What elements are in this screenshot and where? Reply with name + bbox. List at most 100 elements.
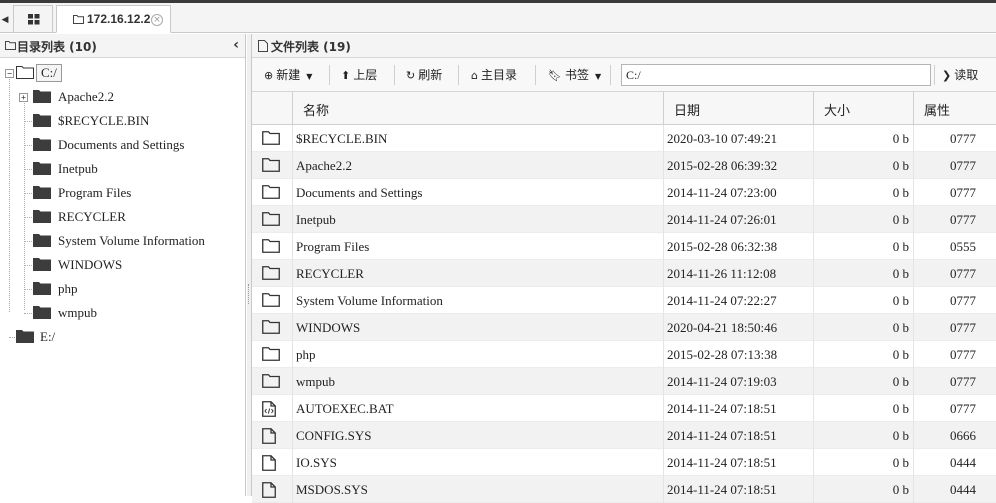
cell-attr: 0777 [950, 320, 976, 335]
tree-node-label: C:/ [36, 64, 62, 82]
table-row[interactable]: MSDOS.SYS 2014-11-24 07:18:51 0 b 0444 [252, 476, 996, 503]
table-row[interactable]: IO.SYS 2014-11-24 07:18:51 0 b 0444 [252, 449, 996, 476]
tree-node-label: Inetpub [58, 161, 98, 176]
tree-node-folder[interactable]: RECYCLER [0, 206, 245, 228]
tab-host[interactable]: 172.16.12.2 × [56, 5, 171, 33]
cell-name[interactable]: System Volume Information [296, 293, 443, 309]
cell-date: 2015-02-28 06:32:38 [667, 239, 778, 254]
cell-name[interactable]: Apache2.2 [296, 158, 352, 174]
cell-date: 2014-11-24 07:18:51 [667, 455, 777, 470]
home-directory-button[interactable]: ⌂ 主目录 [471, 66, 517, 84]
bookmark-button[interactable]: 🔖︎ 书签 ▼ [548, 66, 601, 84]
chevron-down-icon: ▼ [594, 72, 602, 81]
tab-home-grid[interactable] [13, 5, 53, 32]
table-row[interactable]: WINDOWS 2020-04-21 18:50:46 0 b 0777 [252, 314, 996, 341]
cell-size: 0 b [892, 428, 909, 443]
cell-divider [292, 422, 293, 449]
cell-name[interactable]: wmpub [296, 374, 335, 390]
cell-divider [292, 314, 293, 341]
cell-name[interactable]: AUTOEXEC.BAT [296, 401, 394, 417]
cell-name[interactable]: php [296, 347, 316, 363]
collapse-toggle[interactable]: − [5, 69, 14, 78]
expand-toggle[interactable]: + [19, 93, 28, 102]
table-row[interactable]: php 2015-02-28 07:13:38 0 b 0777 [252, 341, 996, 368]
cell-divider [292, 179, 293, 206]
row-type-icon [262, 131, 280, 149]
directory-panel: 目录列表 (10) ‹ − C:/ + Apache2.2 $RECYCLE.BIN… [0, 34, 246, 496]
cell-name[interactable]: $RECYCLE.BIN [296, 131, 387, 147]
tree-node-folder[interactable]: php [0, 278, 245, 300]
cell-attr: 0777 [950, 374, 976, 389]
cell-size: 0 b [892, 266, 909, 281]
path-input[interactable]: C:/ [621, 64, 931, 86]
folder-icon [33, 162, 51, 175]
table-row[interactable]: Documents and Settings 2014-11-24 07:23:0… [252, 179, 996, 206]
table-row[interactable]: Apache2.2 2015-02-28 06:39:32 0 b 0777 [252, 152, 996, 179]
table-row[interactable]: Inetpub 2014-11-24 07:26:01 0 b 0777 [252, 206, 996, 233]
file-outline-icon [258, 40, 268, 52]
refresh-button[interactable]: ↻ 刷新 [406, 66, 442, 84]
cell-date: 2014-11-24 07:19:03 [667, 374, 777, 389]
tree-node-folder[interactable]: + Apache2.2 [0, 86, 245, 108]
cell-date: 2014-11-24 07:18:51 [667, 428, 777, 443]
row-type-icon [262, 347, 280, 365]
table-row[interactable]: AUTOEXEC.BAT 2014-11-24 07:18:51 0 b 0777 [252, 395, 996, 422]
tree-node-folder[interactable]: wmpub [0, 302, 245, 324]
read-button[interactable]: ❯ 读取 [942, 66, 978, 84]
read-label: 读取 [954, 68, 979, 82]
cell-divider [292, 449, 293, 476]
cell-name[interactable]: CONFIG.SYS [296, 428, 372, 444]
table-row[interactable]: Program Files 2015-02-28 06:32:38 0 b 0555 [252, 233, 996, 260]
folder-outline-icon [262, 131, 280, 145]
cell-name[interactable]: IO.SYS [296, 455, 337, 471]
cell-name[interactable]: Documents and Settings [296, 185, 422, 201]
cell-size: 0 b [892, 239, 909, 254]
cell-size: 0 b [892, 455, 909, 470]
cell-date: 2015-02-28 07:13:38 [667, 347, 778, 362]
cell-name[interactable]: Program Files [296, 239, 369, 255]
new-button[interactable]: ⊕ 新建 ▼ [264, 66, 312, 84]
up-level-button[interactable]: ⬆ 上层 [341, 66, 377, 84]
column-header-size[interactable]: 大小 [813, 92, 913, 125]
grid-icon [28, 14, 40, 25]
cell-size: 0 b [892, 320, 909, 335]
toolbar-divider [535, 65, 536, 85]
cell-size: 0 b [892, 374, 909, 389]
folder-outline-icon [262, 293, 280, 307]
cell-name[interactable]: RECYCLER [296, 266, 364, 282]
tree-node-folder[interactable]: Documents and Settings [0, 134, 245, 156]
tab-host-label: 172.16.12.2 [87, 12, 151, 26]
folder-outline-icon [262, 320, 280, 334]
tree-guide-line [24, 145, 32, 146]
collapse-panel-icon[interactable]: ‹ [233, 37, 239, 53]
column-header-attr[interactable]: 属性 [913, 92, 996, 125]
table-row[interactable]: System Volume Information 2014-11-24 07:2… [252, 287, 996, 314]
tree-guide-line [24, 313, 32, 314]
cell-divider [663, 260, 664, 287]
table-row[interactable]: RECYCLER 2014-11-26 11:12:08 0 b 0777 [252, 260, 996, 287]
tree-node-folder[interactable]: Program Files [0, 182, 245, 204]
cell-date: 2014-11-26 11:12:08 [667, 266, 777, 281]
tree-guide-line [24, 193, 32, 194]
tree-node-folder[interactable]: WINDOWS [0, 254, 245, 276]
cell-name[interactable]: WINDOWS [296, 320, 360, 336]
column-header-date[interactable]: 日期 [663, 92, 813, 125]
scroll-tabs-left-button[interactable]: ◀ [0, 7, 10, 33]
tree-node-folder[interactable]: $RECYCLE.BIN [0, 110, 245, 132]
file-outline-icon [262, 455, 276, 471]
file-outline-icon [262, 428, 276, 444]
close-tab-icon[interactable]: × [151, 14, 163, 26]
tree-node-folder[interactable]: Inetpub [0, 158, 245, 180]
cell-name[interactable]: Inetpub [296, 212, 336, 228]
file-list-panel: 文件列表 (19) ⊕ 新建 ▼ ⬆ 上层 ↻ 刷新 ⌂ 主目录 🔖︎ 书签 ▼ C:/ ❯ 读… [251, 34, 996, 503]
cell-size: 0 b [892, 212, 909, 227]
tree-node-c-drive[interactable]: − C:/ [0, 62, 245, 84]
tree-node-label: wmpub [58, 305, 97, 320]
tree-node-folder[interactable]: System Volume Information [0, 230, 245, 252]
tree-node-e-drive[interactable]: E:/ [0, 326, 245, 348]
table-row[interactable]: wmpub 2014-11-24 07:19:03 0 b 0777 [252, 368, 996, 395]
table-row[interactable]: CONFIG.SYS 2014-11-24 07:18:51 0 b 0666 [252, 422, 996, 449]
cell-size: 0 b [892, 131, 909, 146]
column-header-name[interactable]: 名称 [292, 92, 663, 125]
table-row[interactable]: $RECYCLE.BIN 2020-03-10 07:49:21 0 b 0777 [252, 125, 996, 152]
